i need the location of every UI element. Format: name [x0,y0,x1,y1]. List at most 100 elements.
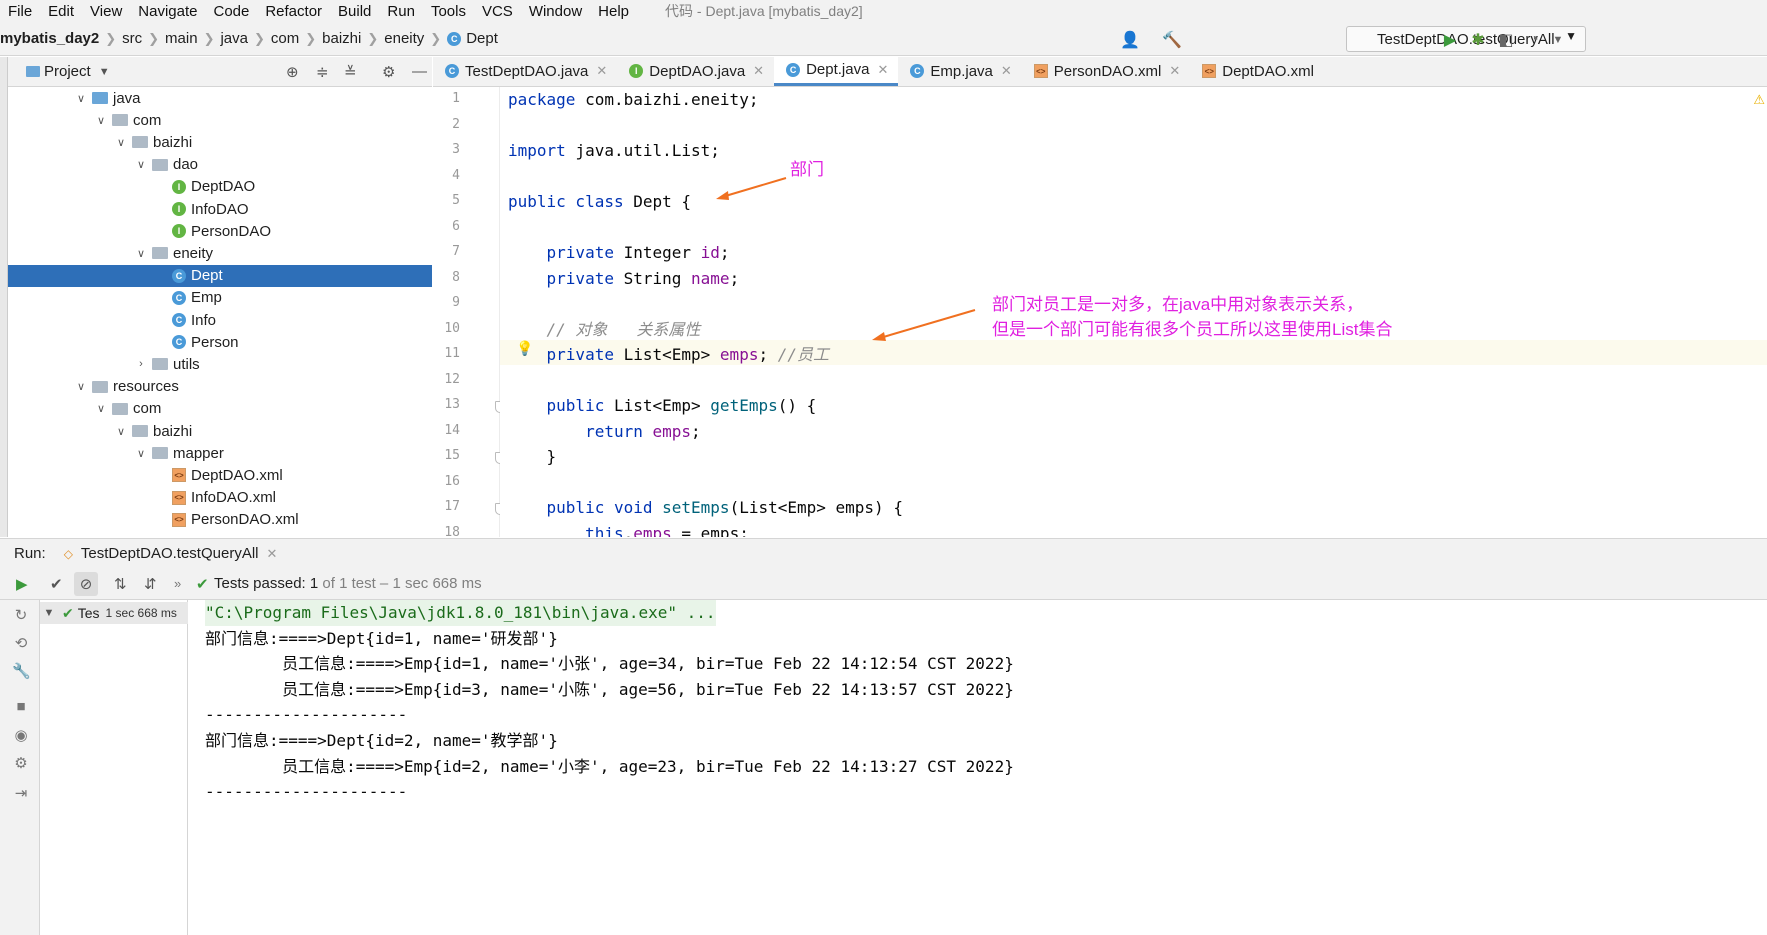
menu-item-refactor[interactable]: Refactor [257,3,330,20]
user-icon[interactable]: 👤 [1120,30,1140,50]
tree-item[interactable]: C Info [8,309,432,331]
tree-item[interactable]: <> PersonDAO.xml [8,509,432,531]
editor-tab[interactable]: C TestDeptDAO.java ✕ [433,56,617,86]
tree-item[interactable]: <> DeptDAO.xml [8,464,432,486]
sort-alpha-icon[interactable]: ⇅ [114,575,127,593]
rerun-failed-icon[interactable]: ↻ [12,606,30,624]
toggle-autotest-icon[interactable]: ⟲ [12,634,30,652]
menu-item-build[interactable]: Build [330,3,379,20]
close-icon[interactable]: ✕ [1169,63,1180,79]
show-ignored-icon[interactable]: ⊘ [74,572,98,596]
close-icon[interactable]: ✕ [753,63,764,79]
tree-item[interactable]: ∨ com [8,398,432,420]
tree-item[interactable]: C Dept [8,264,432,287]
tree-item[interactable]: I PersonDAO [8,220,432,242]
menu-item-tools[interactable]: Tools [423,3,474,20]
menu-item-run[interactable]: Run [379,3,423,20]
breadcrumb-item[interactable]: src [122,30,142,47]
stop-icon[interactable]: ■ [12,698,30,716]
breadcrumb-item[interactable]: com [271,30,299,47]
hide-icon[interactable]: — [412,63,427,80]
chevron-right-icon[interactable]: › [134,358,148,370]
menu-item-view[interactable]: View [82,3,130,20]
menu-item-edit[interactable]: Edit [40,3,82,20]
close-icon[interactable]: ✕ [596,63,607,79]
breadcrumb-item[interactable]: java [220,30,248,47]
camera-icon[interactable]: ◉ [12,726,30,744]
warning-icon[interactable]: ⚠ [1753,92,1765,108]
breadcrumb-item[interactable]: main [165,30,198,47]
chevron-down-icon[interactable]: ▼ [99,66,110,78]
editor-tab[interactable]: <> DeptDAO.xml [1190,56,1324,86]
chevron-down-icon[interactable]: ∨ [94,114,108,127]
tree-item[interactable]: › utils [8,353,432,375]
menu-item-navigate[interactable]: Navigate [130,3,205,20]
console-output[interactable]: "C:\Program Files\Java\jdk1.8.0_181\bin\… [189,600,1767,935]
code-token: } [508,447,557,466]
test-status-suffix: of 1 test – 1 sec 668 ms [318,575,482,592]
test-result-row[interactable]: ▼ ✔ Tes 1 sec 668 ms [40,602,188,624]
project-panel-title[interactable]: Project [44,63,91,80]
exit-icon[interactable]: ⇥ [12,784,30,802]
close-icon[interactable]: ✕ [877,62,888,78]
editor-tab[interactable]: <> PersonDAO.xml ✕ [1022,56,1190,86]
close-icon[interactable]: ✕ [1001,63,1012,79]
tree-item[interactable]: ∨ eneity [8,242,432,264]
chevron-down-icon[interactable]: ∨ [114,136,128,149]
editor-tab[interactable]: C Emp.java ✕ [898,56,1021,86]
chevron-down-icon[interactable]: ▼ [40,607,58,619]
tree-item[interactable]: I DeptDAO [8,176,432,198]
menu-item-code[interactable]: Code [205,3,257,20]
chevron-down-icon[interactable]: ∨ [94,402,108,415]
chevron-down-icon[interactable]: ∨ [134,158,148,171]
xml-file-icon: <> [172,512,186,527]
settings-icon[interactable]: ⚙ [12,754,30,772]
tree-item[interactable]: ∨ baizhi [8,420,432,442]
tree-item[interactable]: ∨ dao [8,154,432,176]
breadcrumb-item[interactable]: baizhi [322,30,361,47]
breadcrumb-item[interactable]: Dept [466,30,498,47]
debug-icon[interactable]: ✱ [1468,30,1488,50]
expand-all-icon[interactable]: ≑ [316,63,329,81]
breadcrumb-item[interactable]: eneity [384,30,424,47]
tree-item[interactable]: ∨ mapper [8,442,432,464]
chevron-down-icon[interactable]: ∨ [74,92,88,105]
tree-item[interactable]: ∨ java [8,87,432,109]
test-status-prefix: Tests passed: [214,575,310,592]
tree-item[interactable]: <> InfoDAO.xml [8,487,432,509]
more-icon[interactable]: » [174,576,181,591]
tree-item[interactable]: ∨ baizhi [8,131,432,153]
gear-icon[interactable]: ⚙ [382,63,395,81]
rerun-icon[interactable]: ▶ [16,575,28,593]
menu-item-file[interactable]: File [0,3,40,20]
close-icon[interactable]: ✕ [266,546,277,562]
tree-item[interactable]: ∨ com [8,109,432,131]
breadcrumb-item[interactable]: mybatis_day2 [0,30,99,47]
more-chevron-icon[interactable]: ▼ [1548,30,1568,50]
tree-item[interactable]: I InfoDAO [8,198,432,220]
editor-tab[interactable]: C Dept.java ✕ [774,56,899,86]
wrench-icon[interactable]: 🔧 [12,662,31,680]
chevron-down-icon[interactable]: ∨ [134,247,148,260]
editor-tab[interactable]: I DeptDAO.java ✕ [617,56,774,86]
run-tab[interactable]: ◇ TestDeptDAO.testQueryAll ✕ [64,545,278,562]
chevron-down-icon[interactable]: ∨ [74,380,88,393]
show-passed-icon[interactable]: ✔ [50,575,63,593]
run-icon[interactable]: ▶ [1440,30,1460,50]
code-token: = emps; [671,523,749,538]
build-hammer-icon[interactable]: 🔨 [1162,30,1182,50]
sort-duration-icon[interactable]: ⇵ [144,575,157,593]
menu-item-vcs[interactable]: VCS [474,3,521,20]
console-line: 员工信息:====>Emp{id=1, name='小张', age=34, b… [205,654,1014,674]
menu-item-help[interactable]: Help [590,3,637,20]
tree-item[interactable]: C Person [8,331,432,353]
menu-item-window[interactable]: Window [521,3,590,20]
chevron-down-icon[interactable]: ∨ [134,447,148,460]
tree-item[interactable]: C Emp [8,287,432,309]
chevron-down-icon[interactable]: ∨ [114,425,128,438]
collapse-all-icon[interactable]: ≚ [344,63,357,81]
locate-icon[interactable]: ⊕ [286,63,299,81]
profile-icon[interactable]: ◔ [1524,30,1544,50]
tree-item[interactable]: ∨ resources [8,376,432,398]
coverage-icon[interactable]: ◧ [1496,30,1516,50]
